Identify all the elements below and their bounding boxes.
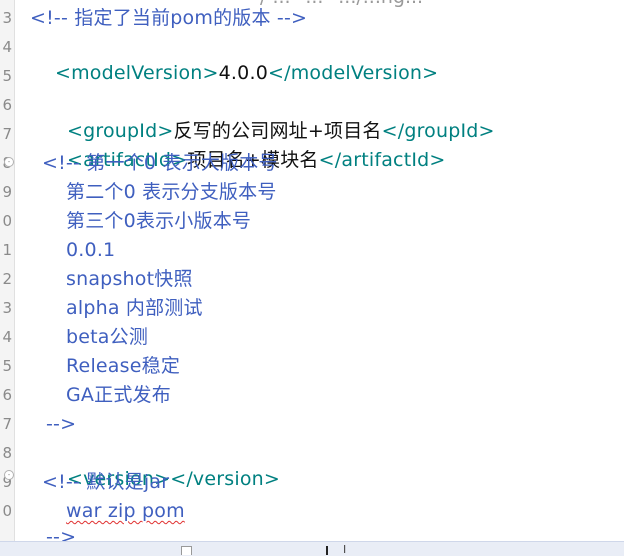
fold-toggle-icon[interactable]: - — [4, 470, 14, 480]
code-line-comment[interactable]: GA正式发布 — [66, 382, 171, 408]
code-line-comment[interactable]: 第三个0表示小版本号 — [66, 208, 251, 234]
tag-open: <modelVersion> — [54, 62, 219, 84]
code-line-comment[interactable]: snapshot快照 — [66, 266, 193, 292]
code-line-comment[interactable]: <!-- 指定了当前pom的版本 --> — [30, 5, 307, 31]
line-number: 4 — [2, 328, 12, 346]
line-number: 4 — [2, 38, 12, 56]
tag-close: </version> — [170, 468, 281, 490]
line-number: 1 — [2, 241, 12, 259]
code-line-comment[interactable]: 第二个0 表示分支版本号 — [66, 179, 277, 205]
marker-box — [181, 546, 192, 555]
code-line-comment[interactable]: beta公测 — [66, 324, 148, 350]
line-number: 0 — [2, 212, 12, 230]
code-editor[interactable]: / ... "..." .../...ng... 3 4 5 6 7 8 - 9… — [0, 0, 624, 556]
code-line-comment[interactable]: <!-- 第一个0 表示大版本号 — [42, 150, 278, 176]
tag-close: </artifactId> — [318, 149, 446, 171]
line-number: 0 — [2, 502, 12, 520]
tag-value: 4.0.0 — [218, 62, 268, 84]
code-line-comment[interactable]: --> — [46, 411, 76, 437]
line-number: 3 — [2, 9, 12, 27]
line-number-gutter: 3 4 5 6 7 8 - 9 0 1 2 3 4 5 6 7 8 9 - 0 — [0, 0, 15, 555]
current-line-highlight — [0, 541, 624, 556]
ibeam-cursor-icon: I — [343, 543, 347, 556]
line-number: 8 — [2, 444, 12, 462]
fold-toggle-icon[interactable]: - — [4, 157, 14, 167]
code-line-comment[interactable]: <!-- 默认是jar — [42, 469, 169, 495]
line-number: 6 — [2, 96, 12, 114]
tag-close: </modelVersion> — [268, 62, 439, 84]
line-number: 5 — [2, 67, 12, 85]
text-cursor — [326, 546, 328, 555]
line-number: 3 — [2, 299, 12, 317]
code-line-comment[interactable]: war zip pom — [66, 498, 185, 524]
line-number: 2 — [2, 270, 12, 288]
code-line-comment[interactable]: Release稳定 — [66, 353, 180, 379]
code-line-comment[interactable]: 0.0.1 — [66, 237, 115, 263]
line-number: 7 — [2, 415, 12, 433]
line-number: 7 — [2, 125, 12, 143]
line-number: 9 — [2, 183, 12, 201]
code-line-comment[interactable]: alpha 内部测试 — [66, 295, 203, 321]
line-number: 6 — [2, 386, 12, 404]
line-number: 5 — [2, 357, 12, 375]
